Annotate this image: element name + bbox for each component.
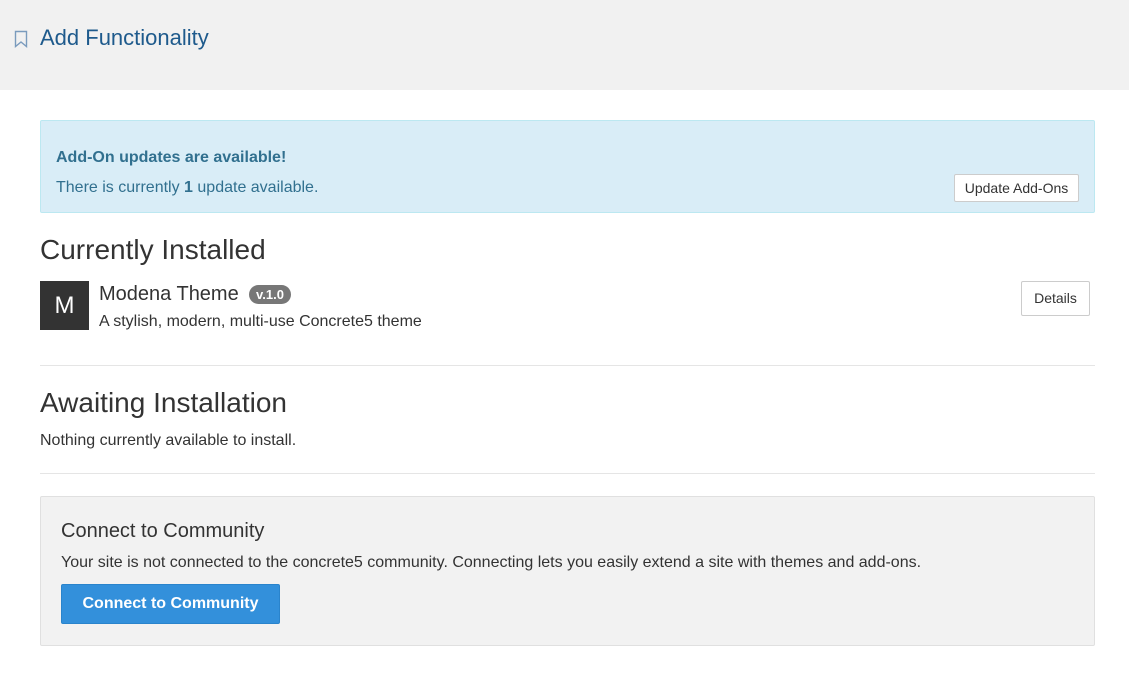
divider bbox=[40, 365, 1095, 366]
connect-to-community-button[interactable]: Connect to Community bbox=[61, 584, 280, 624]
package-icon: M bbox=[40, 281, 89, 330]
version-badge: v.1.0 bbox=[249, 285, 291, 304]
update-alert: Add-On updates are available! There is c… bbox=[40, 120, 1095, 213]
community-title: Connect to Community bbox=[61, 520, 265, 542]
package-name: Modena Theme bbox=[99, 283, 239, 305]
update-addons-button[interactable]: Update Add-Ons bbox=[954, 174, 1079, 202]
awaiting-installation-heading: Awaiting Installation bbox=[40, 387, 287, 418]
divider bbox=[40, 473, 1095, 474]
alert-text-prefix: There is currently bbox=[56, 179, 185, 196]
currently-installed-heading: Currently Installed bbox=[40, 234, 266, 265]
alert-text: There is currently 1 update available. bbox=[56, 178, 318, 198]
details-button[interactable]: Details bbox=[1021, 281, 1090, 316]
community-text: Your site is not connected to the concre… bbox=[61, 554, 922, 571]
community-panel: Connect to Community Your site is not co… bbox=[40, 496, 1095, 646]
bookmark-icon[interactable] bbox=[14, 30, 28, 48]
update-count: 1 bbox=[184, 179, 193, 196]
awaiting-empty-text: Nothing currently available to install. bbox=[40, 432, 297, 449]
alert-title: Add-On updates are available! bbox=[56, 149, 287, 166]
page-header: Add Functionality bbox=[0, 0, 1129, 90]
page-title[interactable]: Add Functionality bbox=[40, 24, 209, 52]
package-description: A stylish, modern, multi-use Concrete5 t… bbox=[99, 313, 422, 330]
alert-text-suffix: update available. bbox=[192, 179, 319, 196]
